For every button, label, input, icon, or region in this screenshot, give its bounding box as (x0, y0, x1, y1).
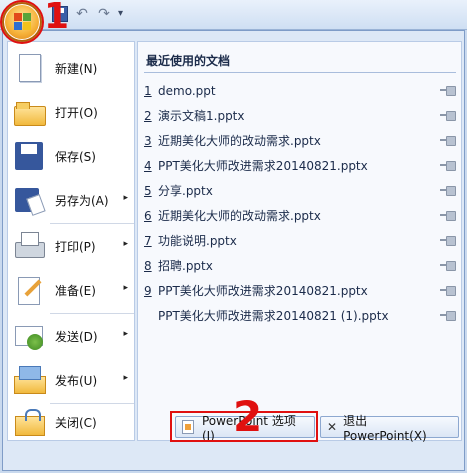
open-folder-icon (13, 96, 46, 128)
close-folder-icon (13, 406, 45, 438)
exit-powerpoint-button[interactable]: ✕ 退出 PowerPoint(X) (320, 414, 459, 443)
submenu-arrow-icon: ▸ (123, 283, 128, 293)
save-as-icon (13, 184, 45, 216)
menu-item-publish[interactable]: 发布(U) ▸ (8, 358, 134, 402)
prepare-document-icon (13, 274, 45, 306)
menu-item-label: 准备(E) (55, 283, 96, 298)
pin-icon[interactable] (440, 161, 456, 171)
undo-icon[interactable]: ↶ (74, 6, 90, 22)
menu-item-label: 保存(S) (55, 149, 96, 164)
submenu-arrow-icon: ▸ (123, 193, 128, 203)
menu-item-print[interactable]: 打印(P) ▸ (8, 224, 134, 268)
pin-icon[interactable] (440, 86, 456, 96)
recent-doc-name: PPT美化大师改进需求20140821 (1).pptx (158, 309, 389, 323)
recent-doc-name: PPT美化大师改进需求20140821.pptx (158, 284, 368, 298)
quick-access-toolbar: ↶ ↷ ▾ (0, 0, 467, 30)
printer-icon (13, 230, 45, 262)
close-icon: ✕ (327, 420, 338, 434)
menu-item-close[interactable]: 关闭(C) (8, 400, 134, 444)
recent-doc-number: 3 (144, 133, 152, 148)
recent-doc-item[interactable]: 3 近期美化大师的改动需求.pptx (144, 128, 456, 153)
pin-icon[interactable] (440, 236, 456, 246)
annotation-step-1: 1 (44, 0, 70, 37)
customize-toolbar-icon[interactable]: ▾ (118, 6, 134, 22)
annotation-step-2: 2 (233, 392, 263, 441)
recent-doc-name: 近期美化大师的改动需求.pptx (158, 209, 321, 223)
menu-item-label: 发布(U) (55, 373, 98, 388)
menu-item-send[interactable]: 发送(D) ▸ (8, 314, 134, 358)
recent-doc-name: 招聘.pptx (158, 259, 213, 273)
pin-icon[interactable] (440, 111, 456, 121)
recent-doc-item[interactable]: 2 演示文稿1.pptx (144, 103, 456, 128)
annotation-circle-office-button (0, 0, 44, 44)
pin-icon[interactable] (440, 136, 456, 146)
pin-icon[interactable] (440, 261, 456, 271)
recent-documents-panel: 最近使用的文档 1 demo.ppt 2 演示文稿1.pptx 3 近期美化大师… (137, 41, 462, 441)
submenu-arrow-icon: ▸ (123, 329, 128, 339)
menu-item-save-as[interactable]: 另存为(A) ▸ (8, 178, 134, 222)
save-disk-icon (13, 140, 45, 172)
pin-icon[interactable] (440, 186, 456, 196)
recent-doc-item[interactable]: 4 PPT美化大师改进需求20140821.pptx (144, 153, 456, 178)
recent-doc-number: 6 (144, 208, 152, 223)
menu-item-prepare[interactable]: 准备(E) ▸ (8, 268, 134, 312)
recent-doc-item[interactable]: PPT美化大师改进需求20140821 (1).pptx (144, 303, 456, 328)
command-list: 新建(N) 打开(O) 保存(S) 另存为(A) ▸ 打印(P) ▸ 准备(E)… (7, 41, 135, 441)
recent-doc-number: 8 (144, 258, 152, 273)
pin-icon[interactable] (440, 211, 456, 221)
recent-doc-name: 功能说明.pptx (158, 234, 237, 248)
menu-item-new[interactable]: 新建(N) (8, 46, 134, 90)
recent-documents-title: 最近使用的文档 (146, 54, 231, 68)
menu-item-label: 发送(D) (55, 329, 98, 344)
recent-doc-item[interactable]: 8 招聘.pptx (144, 253, 456, 278)
exit-powerpoint-label: 退出 PowerPoint(X) (343, 413, 427, 443)
recent-doc-name: 近期美化大师的改动需求.pptx (158, 134, 321, 148)
recent-doc-item[interactable]: 7 功能说明.pptx (144, 228, 456, 253)
recent-doc-number: 5 (144, 183, 152, 198)
recent-doc-number: 4 (144, 158, 152, 173)
recent-doc-number: 9 (144, 283, 152, 298)
menu-item-label: 打印(P) (55, 239, 96, 254)
menu-item-label: 关闭(C) (55, 415, 97, 430)
recent-divider (144, 72, 456, 73)
recent-doc-item[interactable]: 5 分享.pptx (144, 178, 456, 203)
recent-doc-number: 2 (144, 108, 152, 123)
recent-doc-name: 分享.pptx (158, 184, 213, 198)
menu-item-label: 打开(O) (55, 105, 98, 120)
menu-item-open[interactable]: 打开(O) (8, 90, 134, 134)
recent-doc-item[interactable]: 6 近期美化大师的改动需求.pptx (144, 203, 456, 228)
recent-doc-number: 1 (144, 83, 152, 98)
pin-icon[interactable] (440, 286, 456, 296)
recent-doc-name: demo.ppt (158, 83, 216, 98)
submenu-arrow-icon: ▸ (123, 373, 128, 383)
publish-icon (13, 364, 46, 396)
redo-icon[interactable]: ↷ (96, 6, 112, 22)
recent-doc-name: PPT美化大师改进需求20140821.pptx (158, 159, 368, 173)
menu-item-label: 新建(N) (55, 61, 98, 76)
submenu-arrow-icon: ▸ (123, 239, 128, 249)
pin-icon[interactable] (440, 311, 456, 321)
menu-item-label: 另存为(A) (55, 193, 109, 208)
recent-doc-item[interactable]: 1 demo.ppt (144, 78, 456, 103)
new-document-icon (13, 52, 45, 84)
recent-doc-name: 演示文稿1.pptx (158, 109, 245, 123)
recent-doc-item[interactable]: 9 PPT美化大师改进需求20140821.pptx (144, 278, 456, 303)
menu-item-save[interactable]: 保存(S) (8, 134, 134, 178)
send-icon (13, 320, 45, 352)
recent-doc-number: 7 (144, 233, 152, 248)
